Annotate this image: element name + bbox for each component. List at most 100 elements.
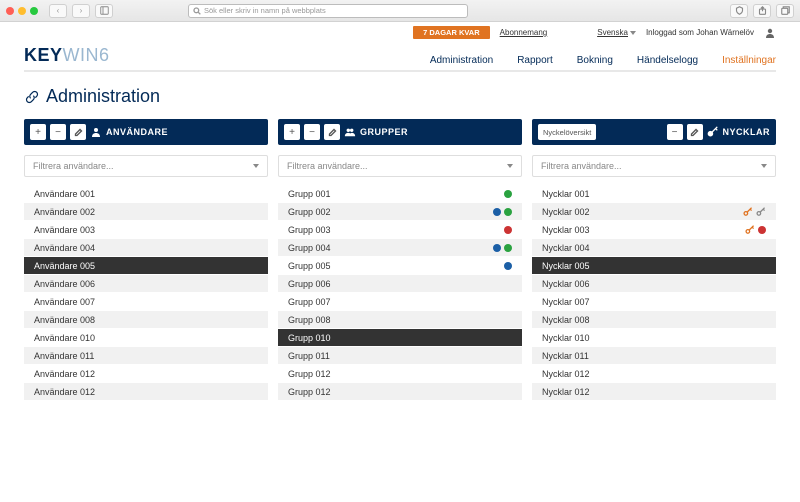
days-remaining-banner: 7 DAGAR KVAR [413,26,490,39]
groups-row[interactable]: Grupp 003 [278,221,522,239]
row-label: Användare 012 [34,369,258,379]
subscription-link[interactable]: Abonnemang [500,28,548,37]
keys-row[interactable]: Nycklar 007 [532,293,776,311]
language-label: Svenska [597,28,628,37]
groups-filter[interactable]: Filtrera användare... [278,155,522,177]
key-overview-button[interactable]: Nyckelöversikt [538,124,596,140]
groups-row[interactable]: Grupp 007 [278,293,522,311]
status-indicators [504,262,512,270]
forward-button[interactable]: › [72,4,90,18]
row-icons [745,225,766,235]
chevron-down-icon [253,164,259,168]
keys-row[interactable]: Nycklar 001 [532,185,776,203]
keys-row[interactable]: Nycklar 012 [532,383,776,401]
row-label: Grupp 004 [288,243,493,253]
users-filter[interactable]: Filtrera användare... [24,155,268,177]
groups-icon [344,126,356,138]
nav-handelselogg[interactable]: Händelselogg [637,55,698,66]
row-label: Användare 004 [34,243,258,253]
status-dot [504,226,512,234]
keys-remove-button[interactable]: − [667,124,683,140]
users-row[interactable]: Användare 005 [24,257,268,275]
status-indicators [493,244,512,252]
address-placeholder: Sök eller skriv in namn på webbplats [204,6,326,15]
keys-row[interactable]: Nycklar 003 [532,221,776,239]
link-icon [24,89,40,105]
keys-row[interactable]: Nycklar 002 [532,203,776,221]
users-row[interactable]: Användare 001 [24,185,268,203]
row-label: Användare 011 [34,351,258,361]
back-button[interactable]: ‹ [49,4,67,18]
keys-row[interactable]: Nycklar 006 [532,275,776,293]
users-remove-button[interactable]: − [50,124,66,140]
users-row[interactable]: Användare 002 [24,203,268,221]
language-selector[interactable]: Svenska [597,28,636,37]
maximize-window-button[interactable] [30,7,38,15]
row-label: Grupp 011 [288,351,512,361]
row-label: Användare 003 [34,225,258,235]
groups-edit-button[interactable] [324,124,340,140]
nav-installningar[interactable]: Inställningar [722,55,776,66]
share-button[interactable] [753,4,771,18]
groups-row[interactable]: Grupp 004 [278,239,522,257]
nav-bokning[interactable]: Bokning [577,55,613,66]
users-row[interactable]: Användare 012 [24,365,268,383]
groups-row[interactable]: Grupp 002 [278,203,522,221]
groups-row[interactable]: Grupp 010 [278,329,522,347]
users-row[interactable]: Användare 006 [24,275,268,293]
nav-administration[interactable]: Administration [430,55,493,66]
status-dot [504,190,512,198]
keys-row[interactable]: Nycklar 008 [532,311,776,329]
sidebar-toggle-button[interactable] [95,4,113,18]
users-row[interactable]: Användare 004 [24,239,268,257]
users-add-button[interactable]: + [30,124,46,140]
groups-row[interactable]: Grupp 012 [278,383,522,401]
keys-row[interactable]: Nycklar 011 [532,347,776,365]
users-edit-button[interactable] [70,124,86,140]
users-row[interactable]: Användare 007 [24,293,268,311]
groups-row[interactable]: Grupp 012 [278,365,522,383]
tabs-icon [781,6,790,15]
shield-button[interactable] [730,4,748,18]
keys-row[interactable]: Nycklar 004 [532,239,776,257]
groups-row[interactable]: Grupp 008 [278,311,522,329]
pencil-icon [74,128,83,137]
status-dot [493,244,501,252]
users-row[interactable]: Användare 008 [24,311,268,329]
keys-row[interactable]: Nycklar 012 [532,365,776,383]
row-label: Nycklar 011 [542,351,766,361]
keys-row[interactable]: Nycklar 005 [532,257,776,275]
shield-icon [735,6,744,15]
row-label: Användare 001 [34,189,258,199]
address-bar[interactable]: Sök eller skriv in namn på webbplats [188,4,468,18]
users-row[interactable]: Användare 012 [24,383,268,401]
status-dot [504,244,512,252]
close-window-button[interactable] [6,7,14,15]
groups-row[interactable]: Grupp 006 [278,275,522,293]
row-label: Grupp 003 [288,225,504,235]
pencil-icon [690,128,699,137]
groups-row[interactable]: Grupp 005 [278,257,522,275]
groups-row[interactable]: Grupp 001 [278,185,522,203]
users-row[interactable]: Användare 003 [24,221,268,239]
keys-row[interactable]: Nycklar 010 [532,329,776,347]
groups-remove-button[interactable]: − [304,124,320,140]
keys-panel-header: Nyckelöversikt − NYCKLAR [532,119,776,145]
minimize-window-button[interactable] [18,7,26,15]
row-label: Nycklar 012 [542,387,766,397]
groups-panel: + − GRUPPER Filtrera användare... Grupp … [278,119,522,401]
page-title-row: Administration [24,86,776,107]
users-panel-label: ANVÄNDARE [106,127,168,137]
avatar-icon[interactable] [764,27,776,39]
groups-add-button[interactable]: + [284,124,300,140]
nav-rapport[interactable]: Rapport [517,55,553,66]
tabs-button[interactable] [776,4,794,18]
users-row[interactable]: Användare 011 [24,347,268,365]
groups-row[interactable]: Grupp 011 [278,347,522,365]
sidebar-icon [100,6,109,15]
chevron-down-icon [761,164,767,168]
row-label: Grupp 006 [288,279,512,289]
keys-edit-button[interactable] [687,124,703,140]
keys-filter[interactable]: Filtrera användare... [532,155,776,177]
users-row[interactable]: Användare 010 [24,329,268,347]
